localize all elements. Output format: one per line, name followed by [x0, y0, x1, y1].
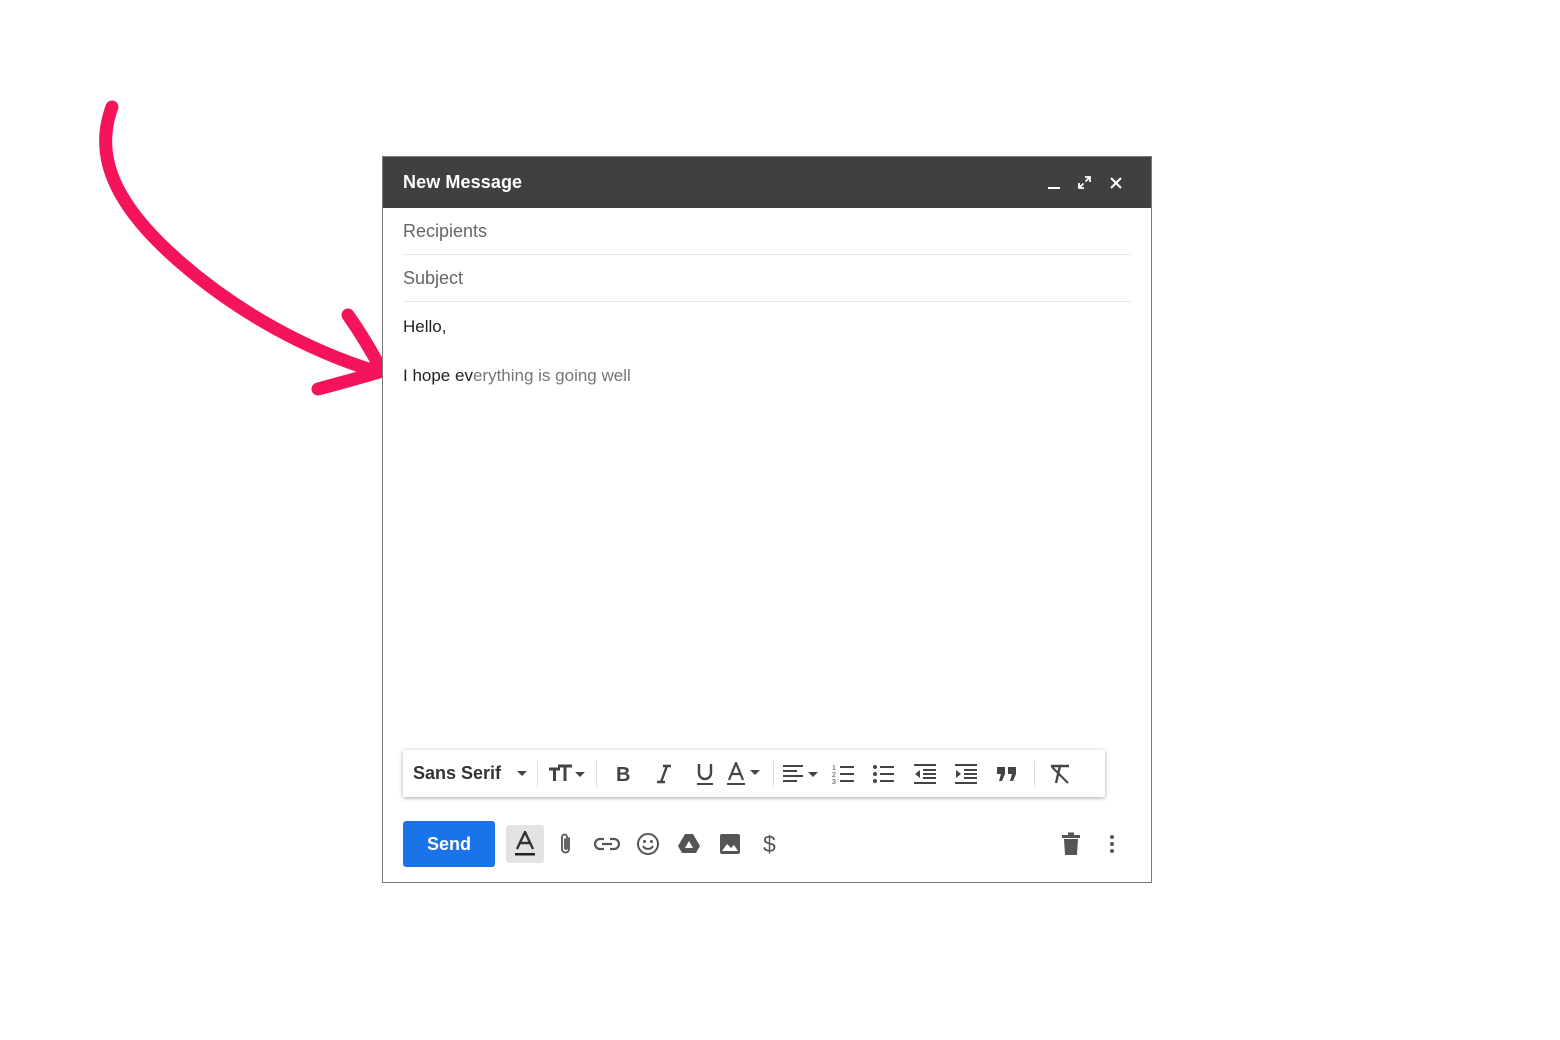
divider: [1034, 760, 1035, 787]
emoji-icon[interactable]: [629, 825, 667, 863]
recipients-field[interactable]: [403, 208, 1131, 255]
formatting-toolbar: Sans Serif B 1 2 3: [403, 750, 1105, 797]
italic-icon[interactable]: [643, 757, 685, 791]
subject-field[interactable]: [403, 255, 1131, 302]
svg-text:3: 3: [832, 779, 836, 785]
text-color-icon[interactable]: [725, 757, 767, 791]
compose-window: New Message Hello, I hope everything is …: [382, 156, 1152, 883]
text-size-icon[interactable]: [544, 757, 590, 791]
font-family-select[interactable]: Sans Serif: [413, 763, 531, 784]
underline-icon[interactable]: [685, 757, 725, 791]
close-icon[interactable]: [1100, 171, 1131, 195]
font-family-label: Sans Serif: [413, 763, 502, 783]
fullscreen-icon[interactable]: [1069, 171, 1100, 195]
more-options-icon[interactable]: [1093, 825, 1131, 863]
indent-more-icon[interactable]: [946, 757, 986, 791]
compose-actions: Send $: [403, 820, 1131, 868]
indent-less-icon[interactable]: [904, 757, 946, 791]
minimize-icon[interactable]: [1038, 171, 1069, 195]
svg-text:B: B: [616, 764, 630, 784]
divider: [596, 760, 597, 787]
chevron-down-icon: [517, 771, 527, 776]
photo-icon[interactable]: [711, 825, 749, 863]
bold-icon[interactable]: B: [603, 757, 643, 791]
link-icon[interactable]: [588, 825, 626, 863]
attach-icon[interactable]: [547, 825, 585, 863]
formatting-options-icon[interactable]: [506, 825, 544, 863]
divider: [537, 760, 538, 787]
recipients-input[interactable]: [403, 220, 1131, 242]
body-line-greeting: Hello,: [403, 317, 447, 336]
subject-input[interactable]: [403, 267, 1131, 289]
body-line-2: I hope everything is going well: [403, 365, 1131, 387]
align-icon[interactable]: [780, 757, 824, 791]
send-button[interactable]: Send: [403, 821, 495, 867]
bulleted-list-icon[interactable]: [864, 757, 904, 791]
divider: [773, 760, 774, 787]
remove-formatting-icon[interactable]: [1041, 757, 1079, 791]
typed-text: I hope ev: [403, 366, 473, 385]
quote-icon[interactable]: [986, 757, 1028, 791]
smart-compose-suggestion: erything is going well: [472, 366, 631, 385]
message-body[interactable]: Hello, I hope everything is going well: [403, 302, 1131, 387]
svg-text:$: $: [763, 831, 776, 857]
svg-text:2: 2: [832, 772, 836, 779]
numbered-list-icon[interactable]: 1 2 3: [824, 757, 864, 791]
svg-text:1: 1: [832, 765, 836, 772]
drive-icon[interactable]: [670, 825, 708, 863]
compose-header[interactable]: New Message: [383, 157, 1151, 208]
trash-icon[interactable]: [1052, 825, 1090, 863]
compose-title: New Message: [403, 172, 523, 192]
money-icon[interactable]: $: [752, 825, 790, 863]
